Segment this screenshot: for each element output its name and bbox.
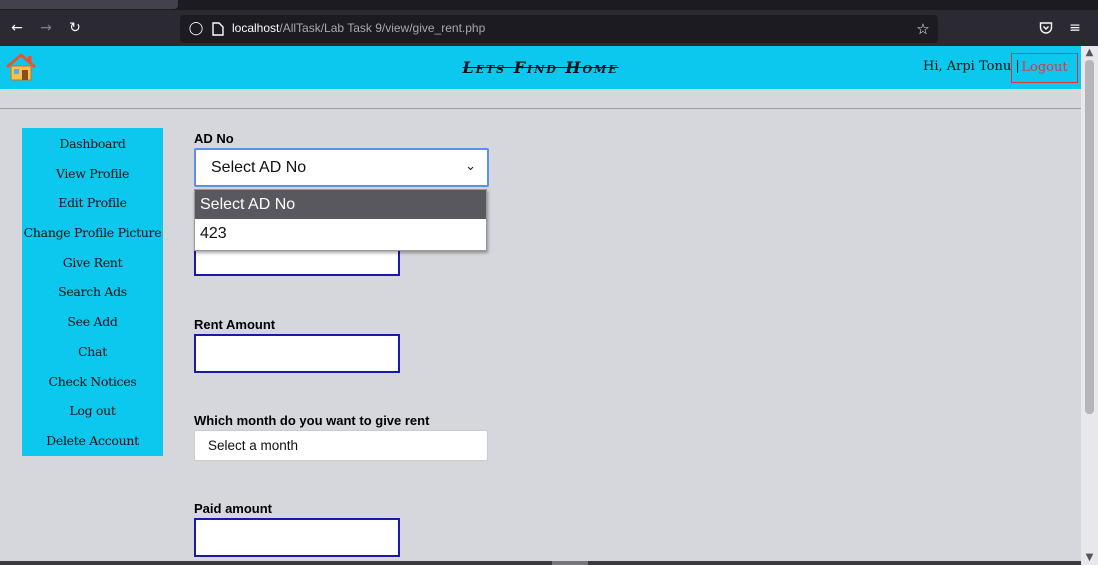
sidebar-item-search-ads[interactable]: Search Ads	[22, 282, 163, 312]
month-selected-value: Select a month	[208, 438, 299, 453]
site-title: Lets Find Home	[462, 58, 619, 77]
page-info-icon[interactable]	[210, 20, 226, 38]
scroll-up-icon[interactable]: ▲	[1081, 46, 1098, 60]
sidebar-item-see-add[interactable]: See Add	[22, 312, 163, 342]
shield-icon[interactable]: ◯	[188, 20, 204, 38]
rent-amount-label: Rent Amount	[194, 317, 276, 332]
sidebar-item-dashboard[interactable]: Dashboard	[22, 134, 163, 164]
browser-tab[interactable]	[0, 0, 178, 9]
ad-no-selected-value: Select AD No	[211, 159, 307, 176]
browser-tab-strip	[0, 0, 1098, 10]
paid-amount-input[interactable]	[194, 518, 400, 557]
page-viewport: Lets Find Home Hi, Arpi Tonu | Logout Da…	[0, 46, 1098, 565]
month-label: Which month do you want to give rent	[194, 413, 430, 428]
url-path: /AllTask/Lab Task 9/view/give_rent.php	[279, 21, 486, 35]
sidebar-item-view-profile[interactable]: View Profile	[22, 164, 163, 194]
horizontal-scrollbar-thumb[interactable]	[552, 561, 588, 565]
horizontal-scrollbar[interactable]	[0, 561, 1081, 565]
logout-button[interactable]: Logout	[1011, 53, 1078, 83]
scroll-down-icon[interactable]: ▼	[1081, 551, 1098, 565]
sidebar-item-log-out[interactable]: Log out	[22, 401, 163, 431]
rent-amount-input[interactable]	[194, 334, 400, 373]
paid-amount-label: Paid amount	[194, 501, 273, 516]
browser-toolbar: ← → ↻ ◯ localhost/AllTask/Lab Task 9/vie…	[0, 10, 1098, 46]
url-text[interactable]: localhost/AllTask/Lab Task 9/view/give_r…	[232, 21, 485, 35]
month-select[interactable]: Select a month	[194, 430, 488, 461]
sidebar-item-chat[interactable]: Chat	[22, 342, 163, 372]
ad-no-dropdown-list: Select AD No 423	[194, 189, 487, 251]
sidebar-item-edit-profile[interactable]: Edit Profile	[22, 193, 163, 223]
sidebar-item-check-notices[interactable]: Check Notices	[22, 372, 163, 402]
star-icon[interactable]: ☆	[914, 19, 932, 39]
sidebar-nav: Dashboard View Profile Edit Profile Chan…	[22, 128, 163, 456]
header-divider	[0, 108, 1081, 109]
ad-no-label: AD No	[194, 131, 234, 146]
back-icon[interactable]: ←	[8, 19, 26, 37]
pocket-icon[interactable]	[1037, 19, 1055, 37]
ad-no-option[interactable]: 423	[195, 219, 486, 248]
sidebar-item-delete-account[interactable]: Delete Account	[22, 431, 163, 461]
url-bar[interactable]: ◯ localhost/AllTask/Lab Task 9/view/give…	[180, 15, 938, 43]
chevron-down-icon: ⌄	[465, 159, 476, 174]
url-host: localhost	[232, 21, 280, 35]
sidebar-item-give-rent[interactable]: Give Rent	[22, 253, 163, 283]
ad-no-select[interactable]: Select AD No ⌄	[194, 148, 489, 187]
scrollbar-thumb[interactable]	[1085, 60, 1094, 414]
reload-icon[interactable]: ↻	[66, 19, 84, 37]
site-header: Lets Find Home Hi, Arpi Tonu | Logout	[0, 46, 1081, 89]
forward-icon[interactable]: →	[37, 19, 55, 37]
hamburger-menu-icon[interactable]: ≡	[1066, 19, 1084, 37]
ad-no-option[interactable]: Select AD No	[195, 190, 486, 219]
user-greeting: Hi, Arpi Tonu |	[923, 59, 1020, 74]
vertical-scrollbar[interactable]: ▲ ▼	[1081, 46, 1098, 565]
sidebar-item-change-profile-picture[interactable]: Change Profile Picture	[22, 223, 163, 253]
